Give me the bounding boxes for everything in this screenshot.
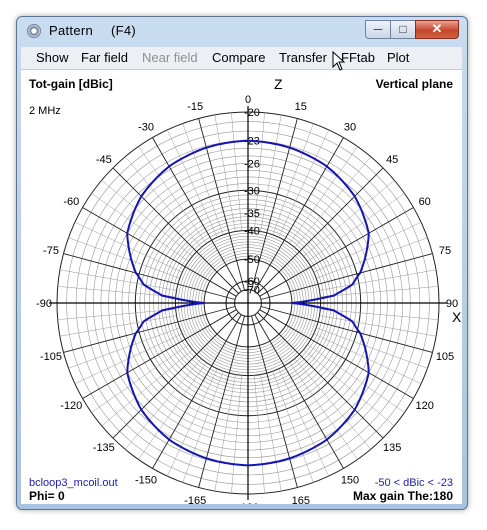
grid-spoke (57, 286, 176, 297)
grid-spoke (152, 314, 242, 469)
angle-tick-label: 120 (416, 400, 434, 412)
angle-tick-label: -75 (43, 245, 59, 257)
angle-tick-label: -30 (138, 121, 154, 133)
grid-spoke (231, 375, 242, 494)
grid-spoke (254, 314, 344, 469)
filename-label: bcloop3_mcoil.out (29, 477, 118, 489)
window-title: Pattern (F4) (49, 23, 137, 38)
quantity-label: Tot-gain [dBic] (29, 77, 113, 91)
angle-tick-label: -45 (96, 154, 112, 166)
angle-tick-label: -165 (184, 495, 206, 504)
app-icon[interactable] (27, 24, 41, 38)
menu-fftab[interactable]: FFtab (341, 50, 375, 65)
menu-show[interactable]: Show (36, 50, 69, 65)
angle-tick-label: -180 (237, 502, 259, 504)
angle-tick-label: 0 (245, 94, 251, 106)
menu-near-field: Near field (142, 50, 198, 65)
angle-tick-label: 75 (439, 245, 451, 257)
max-gain-label: Max gain The:180 (353, 489, 453, 503)
grid-spoke (320, 309, 439, 320)
radial-tick-label: -20 (244, 107, 260, 119)
angle-tick-label: 150 (341, 475, 359, 487)
grid-spoke (82, 309, 237, 399)
xy-axis-label: XY (452, 309, 462, 325)
z-axis-label: Z (274, 76, 283, 92)
maximize-button[interactable]: □ (390, 20, 415, 39)
grid-spoke (254, 137, 344, 292)
angle-tick-label: 60 (419, 196, 431, 208)
angle-tick-label: -135 (93, 442, 115, 454)
radial-tick-label: -35 (244, 208, 260, 220)
maximize-icon: □ (399, 22, 407, 36)
range-label: -50 < dBic < -23 (375, 477, 453, 489)
polar-plot: 0153045607590105120135150165-180-165-150… (29, 76, 471, 514)
plane-label: Vertical plane (376, 77, 454, 91)
grid-spoke (254, 375, 265, 494)
close-icon: ✕ (431, 21, 443, 36)
angle-tick-label: 30 (344, 121, 356, 133)
phi-label: Phi= 0 (29, 489, 65, 503)
close-button[interactable]: ✕ (415, 20, 459, 39)
grid-spoke (320, 286, 439, 297)
radial-tick-label: -26 (244, 159, 260, 171)
menu-plot[interactable]: Plot (387, 50, 409, 65)
frequency-label: 2 MHz (29, 105, 61, 117)
angle-tick-label: -15 (187, 101, 203, 113)
minimize-icon: ─ (373, 22, 383, 36)
angle-tick-label: -60 (63, 196, 79, 208)
grid-spoke (152, 137, 242, 292)
title-bar[interactable]: Pattern (F4) ─ □ ✕ (17, 17, 467, 45)
pattern-window: Pattern (F4) ─ □ ✕ Show Far field Near fi… (16, 16, 471, 514)
grid-spoke (57, 309, 176, 320)
angle-tick-label: 45 (386, 154, 398, 166)
angle-tick-label: 15 (295, 101, 307, 113)
grid-spoke (82, 207, 237, 297)
plot-area: 0153045607590105120135150165-180-165-150… (21, 70, 471, 514)
grid-spoke (231, 112, 242, 231)
angle-tick-label: 135 (383, 442, 401, 454)
menu-bar: Show Far field Near field Compare Transf… (21, 47, 462, 70)
radial-tick-label: -30 (244, 185, 260, 197)
angle-tick-label: -90 (36, 298, 52, 310)
angle-tick-label: 105 (436, 351, 454, 363)
angle-tick-label: 165 (292, 495, 310, 504)
angle-tick-label: -105 (40, 351, 62, 363)
radial-tick-label: -70 (244, 285, 260, 297)
grid-spoke (259, 207, 414, 297)
arrow-pointer-icon (332, 51, 346, 71)
menu-compare[interactable]: Compare (212, 50, 265, 65)
angle-tick-label: -120 (60, 400, 82, 412)
radial-tick-label: -50 (244, 254, 260, 266)
grid-spoke (259, 309, 414, 399)
radial-tick-label: -40 (244, 225, 260, 237)
menu-far-field[interactable]: Far field (81, 50, 128, 65)
angle-tick-label: -150 (135, 475, 157, 487)
menu-transfer[interactable]: Transfer (279, 50, 327, 65)
minimize-button[interactable]: ─ (365, 20, 390, 39)
